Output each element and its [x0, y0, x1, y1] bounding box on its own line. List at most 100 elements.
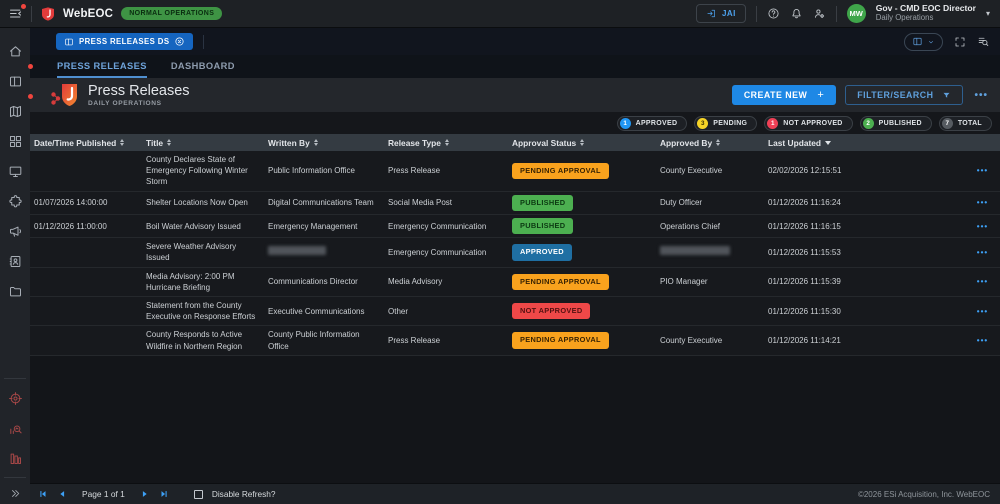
operations-status-badge: NORMAL OPERATIONS — [121, 7, 222, 20]
summary-chip-published[interactable]: 2PUBLISHED — [860, 116, 932, 131]
table-row[interactable]: 01/12/2026 11:00:00Boil Water Advisory I… — [30, 215, 1000, 238]
caret-down-icon — [927, 38, 935, 46]
cell-approved-by: Operations Chief — [656, 218, 764, 235]
sidebar-item-geo-analytics geo-analytics-icon[interactable] — [0, 383, 30, 413]
sidebar — [0, 28, 30, 504]
cell-date-time-published: 01/07/2026 14:00:00 — [30, 194, 142, 211]
status-badge: PENDING APPROVAL — [512, 163, 609, 179]
cell-date-time-published — [30, 249, 142, 255]
chip-label: PUBLISHED — [879, 120, 922, 127]
table-row[interactable]: 01/07/2026 14:00:00Shelter Locations Now… — [30, 192, 1000, 215]
close-icon[interactable] — [174, 36, 185, 47]
caret-down-icon[interactable]: ▾ — [986, 9, 990, 18]
cell-written-by: Public Information Office — [264, 162, 384, 179]
sidebar-bottom-group — [0, 374, 30, 504]
row-actions-button[interactable]: ••• — [966, 194, 1000, 211]
notifications-icon[interactable] — [790, 7, 803, 20]
row-actions-button[interactable]: ••• — [966, 218, 1000, 235]
view-options-icon[interactable] — [904, 33, 943, 51]
cell-last-updated: 01/12/2026 11:15:30 — [764, 303, 966, 320]
divider — [31, 6, 32, 22]
sidebar-item-apps apps-icon[interactable] — [0, 126, 30, 156]
disable-refresh-checkbox[interactable] — [194, 490, 203, 499]
next-page-button[interactable] — [140, 489, 150, 499]
filter-search-button[interactable]: FILTER/SEARCH — [845, 85, 963, 105]
cell-last-updated: 01/12/2026 11:16:24 — [764, 194, 966, 211]
sidebar-item-alerts alerts-icon[interactable] — [0, 216, 30, 246]
table-row[interactable]: Statement from the County Executive on R… — [30, 297, 1000, 326]
row-actions-button[interactable]: ••• — [966, 273, 1000, 290]
tab-dashboard[interactable]: DASHBOARD — [171, 55, 235, 78]
board-search-icon[interactable] — [977, 35, 990, 48]
previous-page-button[interactable] — [57, 489, 67, 499]
sidebar-item-maps maps-icon[interactable] — [0, 96, 30, 126]
table-row[interactable]: County Responds to Active Wildfire in No… — [30, 326, 1000, 355]
user-avatar[interactable]: MW — [847, 4, 866, 23]
divider — [4, 378, 26, 379]
cell-date-time-published: 01/12/2026 11:00:00 — [30, 218, 142, 235]
sidebar-item-files files-icon[interactable] — [0, 276, 30, 306]
sidebar-item-board-analytics board-analytics-icon[interactable] — [0, 413, 30, 443]
row-actions-button[interactable]: ••• — [966, 332, 1000, 349]
col-header-written-by[interactable]: Written By — [264, 138, 384, 148]
summary-chip-total[interactable]: 7TOTAL — [939, 116, 992, 131]
cell-date-time-published — [30, 338, 142, 344]
menu-collapse-icon[interactable] — [8, 6, 23, 21]
help-icon[interactable] — [767, 7, 780, 20]
summary-chip-not-approved[interactable]: 1NOT APPROVED — [764, 116, 852, 131]
user-admin-icon[interactable] — [813, 7, 826, 20]
user-info[interactable]: Gov - CMD EOC Director Daily Operations — [876, 4, 976, 23]
board-more-button[interactable]: ••• — [972, 90, 990, 101]
sidebar-item-home home-icon[interactable] — [0, 36, 30, 66]
board-icon — [64, 37, 74, 47]
cell-date-time-published — [30, 279, 142, 285]
first-page-button[interactable] — [38, 489, 48, 499]
row-actions-button[interactable]: ••• — [966, 303, 1000, 320]
table-body: County Declares State of Emergency Follo… — [30, 151, 1000, 356]
summary-chip-approved[interactable]: 1APPROVED — [617, 116, 688, 131]
status-badge: PENDING APPROVAL — [512, 332, 609, 348]
webeoc-logo-icon — [40, 6, 56, 22]
cell-written-by — [264, 243, 384, 261]
notification-dot — [28, 64, 33, 69]
footer-bar: Page 1 of 1 Disable Refresh? ©2026 ESi A… — [30, 483, 1000, 504]
create-new-button[interactable]: CREATE NEW+ — [732, 85, 836, 105]
sidebar-item-display display-icon[interactable] — [0, 156, 30, 186]
top-bar-right: JAI MW Gov - CMD EOC Director Daily Oper… — [696, 4, 990, 23]
cell-approval-status: PENDING APPROVAL — [508, 329, 656, 351]
cell-title: Boil Water Advisory Issued — [142, 218, 264, 235]
table-row[interactable]: Severe Weather Advisory IssuedEmergency … — [30, 238, 1000, 267]
tab-press-releases[interactable]: PRESS RELEASES — [57, 55, 147, 78]
cell-approval-status: PENDING APPROVAL — [508, 271, 656, 293]
row-actions-button[interactable]: ••• — [966, 244, 1000, 261]
col-header-title[interactable]: Title — [142, 138, 264, 148]
tab-bar: PRESS RELEASES DASHBOARD — [30, 55, 1000, 78]
col-header-last-updated[interactable]: Last Updated — [764, 138, 966, 148]
sidebar-expand-icon[interactable] — [0, 482, 30, 504]
table-row[interactable]: Media Advisory: 2:00 PM Hurricane Briefi… — [30, 268, 1000, 297]
last-page-button[interactable] — [159, 489, 169, 499]
summary-chip-pending[interactable]: 3PENDING — [694, 116, 757, 131]
cell-approved-by: County Executive — [656, 332, 764, 349]
col-header-approved-by[interactable]: Approved By — [656, 138, 764, 148]
col-header-approval-status[interactable]: Approval Status — [508, 138, 656, 148]
sidebar-item-contacts contacts-icon[interactable] — [0, 246, 30, 276]
col-header-date-time-published[interactable]: Date/Time Published — [30, 138, 142, 148]
board-header: Press Releases DAILY OPERATIONS CREATE N… — [30, 78, 1000, 112]
board-chip-press-releases-ds[interactable]: PRESS RELEASES DS — [56, 33, 193, 50]
redacted-text — [268, 246, 326, 255]
sidebar-item-boards boards-icon[interactable] — [0, 66, 30, 96]
sidebar-item-plugins plugins-icon[interactable] — [0, 186, 30, 216]
jai-button[interactable]: JAI — [696, 4, 746, 23]
col-header-release-type[interactable]: Release Type — [384, 138, 508, 148]
cell-approval-status: APPROVED — [508, 241, 656, 263]
sort-icon — [716, 139, 720, 147]
cell-release-type: Press Release — [384, 332, 508, 349]
table-row[interactable]: County Declares State of Emergency Follo… — [30, 151, 1000, 192]
fullscreen-icon[interactable] — [954, 36, 966, 48]
row-actions-button[interactable]: ••• — [966, 162, 1000, 179]
cell-last-updated: 01/12/2026 11:16:15 — [764, 218, 966, 235]
sidebar-item-reports reports-icon[interactable] — [0, 443, 30, 473]
cell-release-type: Social Media Post — [384, 194, 508, 211]
chip-count: 7 — [942, 118, 953, 129]
